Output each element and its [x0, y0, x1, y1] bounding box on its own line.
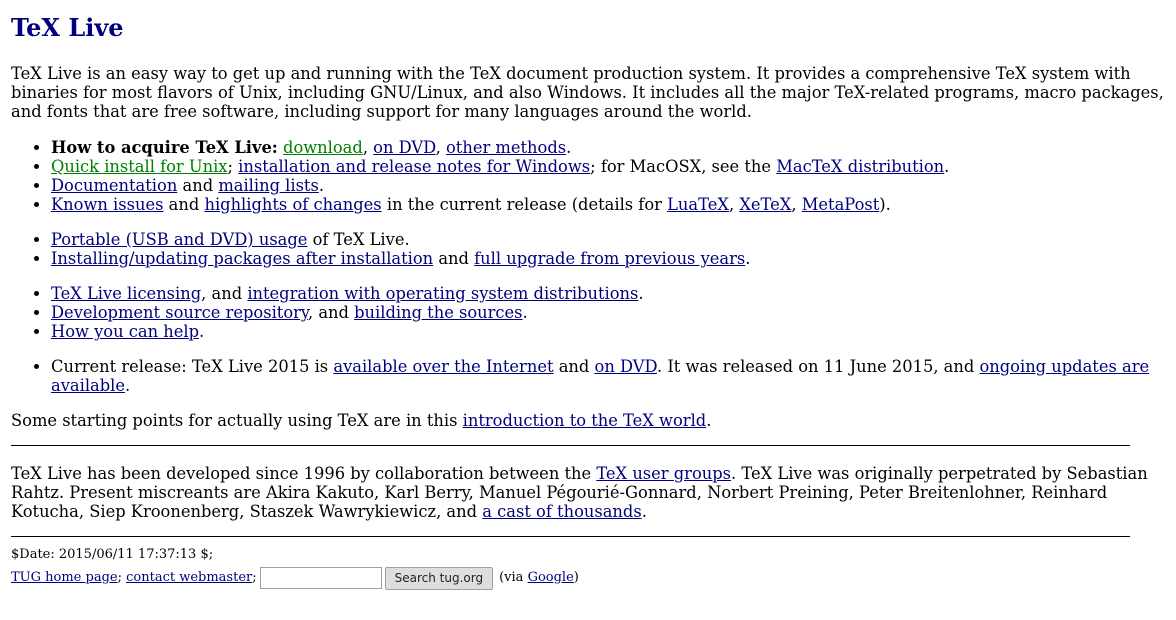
metapost-link[interactable]: MetaPost: [802, 195, 880, 214]
page-title: TeX Live: [11, 13, 124, 42]
links-list-usage: Portable (USB and DVD) usage of TeX Live…: [11, 230, 1165, 268]
divider: [11, 536, 1130, 537]
tug-home-link[interactable]: TUG home page: [11, 570, 118, 586]
licensing-link[interactable]: TeX Live licensing: [51, 284, 201, 303]
and-text: , and: [201, 284, 243, 303]
quick-install-link[interactable]: Quick install for Unix: [51, 157, 227, 176]
links-list-release: Current release: TeX Live 2015 is availa…: [11, 357, 1165, 395]
and-text: , and: [307, 303, 349, 322]
search-button[interactable]: Search tug.org: [384, 566, 494, 590]
portable-suffix: of TeX Live.: [312, 230, 410, 249]
release-dvd-link[interactable]: on DVD: [595, 357, 657, 376]
mailing-lists-link[interactable]: mailing lists: [218, 176, 319, 195]
links-list-acquire: How to acquire TeX Live: download, on DV…: [11, 138, 1165, 214]
via-prefix: (via: [499, 570, 524, 585]
release-prefix: Current release: TeX Live 2015 is: [51, 357, 329, 376]
full-upgrade-link[interactable]: full upgrade from previous years: [474, 249, 745, 268]
known-issues-link[interactable]: Known issues: [51, 195, 163, 214]
released-text: . It was released on 11 June 2015, and: [656, 357, 975, 376]
and-text: and: [182, 176, 214, 195]
luatex-link[interactable]: LuaTeX: [667, 195, 729, 214]
windows-notes-link[interactable]: installation and release notes for Windo…: [238, 157, 590, 176]
list-item: Known issues and highlights of changes i…: [51, 195, 1165, 214]
mactex-link[interactable]: MacTeX distribution: [776, 157, 944, 176]
starting-points: Some starting points for actually using …: [11, 411, 712, 430]
building-sources-link[interactable]: building the sources: [354, 303, 522, 322]
via-suffix: ): [573, 570, 579, 585]
other-methods-link[interactable]: other methods: [446, 138, 566, 157]
intro-tex-world-link[interactable]: introduction to the TeX world: [463, 411, 707, 430]
available-internet-link[interactable]: available over the Internet: [333, 357, 553, 376]
on-dvd-link[interactable]: on DVD: [373, 138, 435, 157]
cast-of-thousands-link[interactable]: a cast of thousands: [482, 502, 641, 521]
footer-links-row: TUG home page; contact webmaster; Search…: [11, 566, 1165, 590]
list-item: Installing/updating packages after insta…: [51, 249, 1165, 268]
acquire-label: How to acquire TeX Live:: [51, 138, 278, 157]
footer: $Date: 2015/06/11 17:37:13 $; TUG home p…: [11, 547, 1165, 590]
installing-packages-link[interactable]: Installing/updating packages after insta…: [51, 249, 433, 268]
download-link[interactable]: download: [283, 138, 363, 157]
list-item: TeX Live licensing, and integration with…: [51, 284, 1165, 303]
highlights-link[interactable]: highlights of changes: [204, 195, 381, 214]
contact-webmaster-link[interactable]: contact webmaster: [126, 570, 252, 586]
tex-user-groups-link[interactable]: TeX user groups: [596, 464, 731, 483]
search-input[interactable]: [259, 567, 382, 589]
current-details-text: in the current release (details for: [386, 195, 662, 214]
list-item: Quick install for Unix; installation and…: [51, 157, 1165, 176]
list-item: How you can help.: [51, 322, 1165, 341]
list-item: Development source repository, and build…: [51, 303, 1165, 322]
and-text: and: [558, 357, 590, 376]
documentation-link[interactable]: Documentation: [51, 176, 177, 195]
links-list-project: TeX Live licensing, and integration with…: [11, 284, 1165, 341]
starting-text: Some starting points for actually using …: [11, 411, 458, 430]
portable-link[interactable]: Portable (USB and DVD) usage: [51, 230, 307, 249]
credits-text-1: TeX Live has been developed since 1996 b…: [11, 464, 592, 483]
google-link[interactable]: Google: [528, 570, 574, 586]
page: TeX Live TeX Live is an easy way to get …: [0, 0, 1176, 590]
divider: [11, 445, 1130, 446]
list-item: Documentation and mailing lists.: [51, 176, 1165, 195]
integration-link[interactable]: integration with operating system distri…: [247, 284, 638, 303]
list-item: Portable (USB and DVD) usage of TeX Live…: [51, 230, 1165, 249]
dev-repo-link[interactable]: Development source repository: [51, 303, 308, 322]
xetex-link[interactable]: XeTeX: [739, 195, 791, 214]
how-to-help-link[interactable]: How you can help: [51, 322, 199, 341]
and-text: and: [168, 195, 200, 214]
macosx-text: ; for MacOSX, see the: [590, 157, 772, 176]
list-item: How to acquire TeX Live: download, on DV…: [51, 138, 1165, 157]
intro-paragraph: TeX Live is an easy way to get up and ru…: [11, 64, 1164, 121]
date-stamp: $Date: 2015/06/11 17:37:13 $;: [11, 547, 214, 562]
list-item: Current release: TeX Live 2015 is availa…: [51, 357, 1165, 395]
and-text: and: [438, 249, 469, 268]
credits-paragraph: TeX Live has been developed since 1996 b…: [11, 464, 1148, 521]
